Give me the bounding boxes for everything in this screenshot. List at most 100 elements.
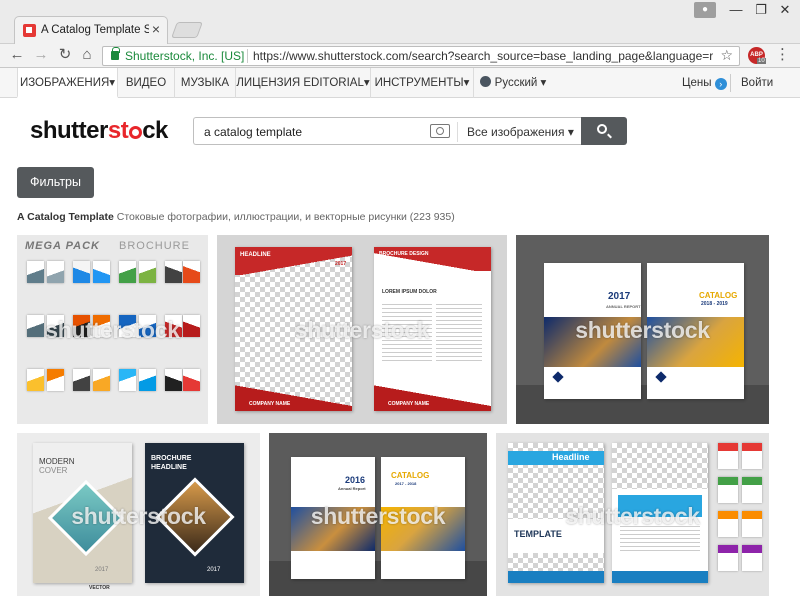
globe-icon <box>479 76 491 87</box>
maximize-button[interactable]: ❐ <box>749 0 773 20</box>
template-text: TEMPLATE <box>514 529 562 539</box>
mega-pack-title: MEGA PACK <box>25 240 100 252</box>
brochure-thumbnail <box>119 261 136 283</box>
secure-site-label: Shutterstock, Inc. [US] <box>125 49 245 63</box>
watermark: shutterstock <box>575 317 710 343</box>
nav-images[interactable]: ИЗОБРАЖЕНИЯ▾ <box>17 68 118 98</box>
watermark: shutterstock <box>294 317 430 343</box>
home-icon[interactable]: ⌂ <box>78 46 96 64</box>
result-image-modern-cover[interactable]: MODERN COVER 2017 BROCHURE HEADLINE 2017… <box>17 433 260 596</box>
camera-icon[interactable] <box>430 124 450 138</box>
results-summary: A Catalog Template Стоковые фотографии, … <box>17 211 455 223</box>
logo-text-tail: ck <box>142 117 168 144</box>
template-variant-thumbnail <box>742 477 762 503</box>
brochure-thumbnail <box>139 369 156 391</box>
nav-editorial[interactable]: ЛИЦЕНЗИЯ EDITORIAL▾ <box>236 68 371 98</box>
brochure-thumbnail <box>139 261 156 283</box>
result-image-catalog-2017[interactable]: 2017 ANNUAL REPORT CATALOG 2018 - 2019 s… <box>516 235 769 424</box>
login-link[interactable]: Войти <box>741 68 773 98</box>
brochure-thumbnail <box>73 369 90 391</box>
catalog-text: CATALOG <box>699 291 738 300</box>
watermark: shutterstock <box>71 503 206 529</box>
brochure-thumbnail <box>93 369 110 391</box>
year-text: 2017 <box>335 261 347 267</box>
headline-text: Headline <box>552 452 590 462</box>
search-box: a catalog template Все изображения ▾ <box>193 117 581 145</box>
years-text: 2017 - 2018 <box>395 481 417 486</box>
year-text: 2017 <box>608 291 631 302</box>
site-nav: ИЗОБРАЖЕНИЯ▾ ВИДЕО МУЗЫКА ЛИЦЕНЗИЯ EDITO… <box>0 68 800 98</box>
prices-link[interactable]: Цены › <box>682 68 727 98</box>
brochure-title: BROCHURE <box>119 240 190 252</box>
template-variant-thumbnail <box>718 443 738 469</box>
search-button[interactable] <box>581 117 627 145</box>
minimize-button[interactable]: — <box>724 0 748 20</box>
address-bar[interactable]: Shutterstock, Inc. [US] https://www.shut… <box>102 46 740 66</box>
browser-toolbar: ← → ↻ ⌂ Shutterstock, Inc. [US] https://… <box>0 44 800 68</box>
profile-icon[interactable]: ● <box>694 2 716 18</box>
bookmark-star-icon[interactable]: ☆ <box>720 47 733 64</box>
watermark: shutterstock <box>565 503 700 529</box>
brochure-design-text: BROCHURE DESIGN <box>379 251 429 257</box>
search-input[interactable]: a catalog template <box>204 125 302 139</box>
new-tab-button[interactable] <box>171 22 203 38</box>
vector-label: VECTOR <box>89 585 110 591</box>
result-image-mega-pack[interactable]: MEGA PACK BROCHURE shutterstock <box>17 235 208 424</box>
address-divider <box>247 49 248 63</box>
shutterstock-favicon-icon <box>23 24 36 37</box>
nav-divider <box>730 74 731 92</box>
nav-music[interactable]: МУЗЫКА <box>175 68 236 98</box>
url-text[interactable]: https://www.shutterstock.com/search?sear… <box>253 49 713 63</box>
close-window-button[interactable]: ✕ <box>773 0 797 20</box>
catalog-text: CATALOG <box>391 471 430 480</box>
headline-text: HEADLINE <box>151 464 187 471</box>
tab-close-icon[interactable]: × <box>152 21 160 37</box>
brochure-thumbnail <box>93 261 110 283</box>
logo-text-accent: st <box>107 117 129 144</box>
brochure-thumbnail <box>165 369 182 391</box>
company-name-text: COMPANY NAME <box>388 401 430 407</box>
search-divider <box>457 122 458 142</box>
logo-o-icon <box>128 126 142 139</box>
cover-text: COVER <box>39 466 68 475</box>
year-text: 2017 <box>207 567 221 573</box>
template-variant-thumbnail <box>718 545 738 571</box>
image-type-dropdown[interactable]: Все изображения ▾ <box>467 125 574 139</box>
result-image-headline-template[interactable]: Headline TEMPLATE shutterstock <box>496 433 769 596</box>
browser-menu-icon[interactable]: ⋮ <box>775 46 790 64</box>
brochure-thumbnail <box>73 261 90 283</box>
prices-label: Цены <box>682 77 712 89</box>
template-variant-thumbnail <box>742 545 762 571</box>
reload-icon[interactable]: ↻ <box>56 46 74 64</box>
years-text: 2018 - 2019 <box>701 301 728 307</box>
adblock-count-badge: 10 <box>757 58 766 64</box>
brochure-thumbnail <box>183 261 200 283</box>
nav-tools[interactable]: ИНСТРУМЕНТЫ▾ <box>371 68 474 98</box>
company-name-text: COMPANY NAME <box>249 401 291 407</box>
headline-text: HEADLINE <box>240 252 271 258</box>
brochure-thumbnail <box>119 369 136 391</box>
nav-language[interactable]: Русский ▾ <box>474 68 552 98</box>
browser-tab[interactable]: A Catalog Template Sto × <box>14 16 168 44</box>
brochure-thumbnail <box>47 261 64 283</box>
nav-video[interactable]: ВИДЕО <box>118 68 175 98</box>
tab-title: A Catalog Template Sto <box>41 24 149 36</box>
filters-button[interactable]: Фильтры <box>17 167 94 198</box>
forward-arrow-icon[interactable]: → <box>32 46 50 64</box>
result-image-red-brochure[interactable]: HEADLINE 2017 COMPANY NAME BROCHURE DESI… <box>217 235 507 424</box>
result-image-annual-report[interactable]: 2016 Annual Report CATALOG 2017 - 2018 s… <box>269 433 487 596</box>
brochure-thumbnail <box>165 261 182 283</box>
annual-report-text: ANNUAL REPORT <box>606 304 641 309</box>
brochure-thumbnail <box>27 369 44 391</box>
watermark: shutterstock <box>45 317 180 343</box>
browser-titlebar: A Catalog Template Sto × ● — ❐ ✕ <box>0 0 800 44</box>
watermark: shutterstock <box>310 503 446 529</box>
shutterstock-logo[interactable]: shutterst ck <box>30 117 168 145</box>
brochure-text: BROCHURE <box>151 455 192 462</box>
back-arrow-icon[interactable]: ← <box>8 46 26 64</box>
template-variant-thumbnail <box>718 477 738 503</box>
template-variant-thumbnail <box>742 443 762 469</box>
modern-text: MODERN <box>39 457 75 466</box>
chevron-right-icon: › <box>714 78 727 90</box>
brochure-thumbnail <box>27 261 44 283</box>
